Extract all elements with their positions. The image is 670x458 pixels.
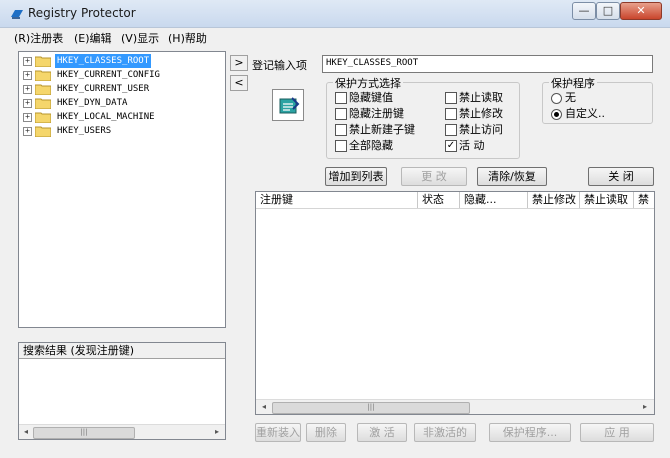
- expand-icon[interactable]: +: [23, 127, 32, 136]
- protect-mode-group: 保护方式选择 隐藏键值 禁止读取 隐藏注册键 禁止修改 禁止新建子键 禁止访问 …: [326, 75, 520, 159]
- column-header[interactable]: 状态: [418, 192, 460, 208]
- checkbox[interactable]: [445, 124, 457, 136]
- search-hscrollbar[interactable]: ◂ ||| ▸: [19, 424, 225, 439]
- option-label: 隐藏注册键: [349, 107, 404, 120]
- edit-key-icon: [279, 97, 300, 114]
- option-label: 活 动: [459, 139, 485, 152]
- checkbox[interactable]: [335, 140, 347, 152]
- option-label: 禁止访问: [459, 123, 503, 136]
- forward-button[interactable]: >: [230, 55, 248, 71]
- column-header[interactable]: 隐藏...: [460, 192, 528, 208]
- option-label: 禁止修改: [459, 107, 503, 120]
- tree-item-label: HKEY_CURRENT_USER: [57, 84, 150, 94]
- option-label: 全部隐藏: [349, 139, 393, 152]
- menu-bar: (R)注册表 (E)编辑 (V)显示 (H)帮助: [0, 28, 670, 47]
- delete-button[interactable]: 删除: [306, 423, 346, 442]
- expand-icon[interactable]: +: [23, 57, 32, 66]
- apply-button[interactable]: 应 用: [580, 423, 654, 442]
- protect-program-button[interactable]: 保护程序...: [489, 423, 571, 442]
- protect-mode-title: 保护方式选择: [333, 75, 403, 91]
- search-results-header: 搜索结果 (发现注册键): [19, 343, 225, 359]
- expand-icon[interactable]: +: [23, 113, 32, 122]
- tree-item-label: HKEY_CLASSES_ROOT: [55, 54, 152, 68]
- scroll-thumb[interactable]: |||: [272, 402, 470, 414]
- option-label: 隐藏键值: [349, 91, 393, 104]
- scroll-left-icon[interactable]: ◂: [21, 427, 31, 437]
- scroll-right-icon[interactable]: ▸: [212, 427, 222, 437]
- menu-registry[interactable]: (R)注册表: [14, 30, 63, 46]
- folder-icon: [35, 112, 51, 123]
- app-icon: [11, 10, 23, 19]
- clear-restore-button[interactable]: 清除/恢复: [477, 167, 547, 186]
- checkbox-checked-icon[interactable]: ✓: [445, 140, 457, 152]
- add-to-list-button[interactable]: 增加到列表: [325, 167, 387, 186]
- minimize-button[interactable]: —: [572, 2, 596, 20]
- folder-icon: [35, 84, 51, 95]
- option-label: 禁止读取: [459, 91, 503, 104]
- protect-program-group: 保护程序 无 自定义..: [542, 75, 653, 124]
- tree-item-label: HKEY_CURRENT_CONFIG: [57, 70, 160, 80]
- column-header[interactable]: 注册键: [256, 192, 418, 208]
- close-button[interactable]: 关 闭: [588, 167, 654, 186]
- folder-icon: [35, 126, 51, 137]
- reload-button[interactable]: 重新装入: [255, 423, 301, 442]
- checkbox[interactable]: [335, 108, 347, 120]
- scroll-thumb[interactable]: |||: [33, 427, 135, 439]
- change-button[interactable]: 更 改: [401, 167, 467, 186]
- menu-help[interactable]: (H)帮助: [168, 30, 207, 46]
- entry-label: 登记输入项: [252, 59, 307, 72]
- radio-label: 自定义..: [565, 107, 605, 120]
- list-header: 注册键 状态 隐藏... 禁止修改 禁止读取 禁: [256, 192, 654, 209]
- column-header[interactable]: 禁: [634, 192, 654, 208]
- list-hscrollbar[interactable]: ◂ ||| ▸: [256, 399, 654, 414]
- menu-view[interactable]: (V)显示: [121, 30, 159, 46]
- registry-tree[interactable]: + HKEY_CLASSES_ROOT + HKEY_CURRENT_CONFI…: [18, 51, 226, 328]
- maximize-button[interactable]: □: [596, 2, 620, 20]
- folder-icon: [35, 70, 51, 81]
- tree-item-label: HKEY_LOCAL_MACHINE: [57, 112, 155, 122]
- radio-label: 无: [565, 91, 576, 104]
- folder-icon: [35, 56, 51, 67]
- scroll-left-icon[interactable]: ◂: [259, 402, 269, 412]
- scroll-right-icon[interactable]: ▸: [640, 402, 650, 412]
- window-title: Registry Protector: [28, 6, 136, 20]
- search-results-panel[interactable]: 搜索结果 (发现注册键) ◂ ||| ▸: [18, 342, 226, 440]
- protect-program-title: 保护程序: [549, 75, 597, 91]
- key-icon-box: [272, 89, 304, 121]
- entry-input[interactable]: HKEY_CLASSES_ROOT: [322, 55, 653, 73]
- tree-item-label: HKEY_USERS: [57, 126, 112, 136]
- deactivate-button[interactable]: 非激活的: [414, 423, 476, 442]
- menu-edit[interactable]: (E)编辑: [74, 30, 112, 46]
- registry-list[interactable]: 注册键 状态 隐藏... 禁止修改 禁止读取 禁 ◂ ||| ▸: [255, 191, 655, 415]
- checkbox[interactable]: [335, 124, 347, 136]
- checkbox[interactable]: [445, 108, 457, 120]
- column-header[interactable]: 禁止读取: [580, 192, 634, 208]
- tree-item-label: HKEY_DYN_DATA: [57, 98, 128, 108]
- expand-icon[interactable]: +: [23, 85, 32, 94]
- activate-button[interactable]: 激 活: [357, 423, 407, 442]
- radio-button[interactable]: [551, 93, 562, 104]
- checkbox[interactable]: [335, 92, 347, 104]
- back-button[interactable]: <: [230, 75, 248, 91]
- checkbox[interactable]: [445, 92, 457, 104]
- option-label: 禁止新建子键: [349, 123, 415, 136]
- radio-button-selected[interactable]: [551, 109, 562, 120]
- window-close-button[interactable]: ✕: [620, 2, 662, 20]
- expand-icon[interactable]: +: [23, 71, 32, 80]
- column-header[interactable]: 禁止修改: [528, 192, 580, 208]
- expand-icon[interactable]: +: [23, 99, 32, 108]
- folder-icon: [35, 98, 51, 109]
